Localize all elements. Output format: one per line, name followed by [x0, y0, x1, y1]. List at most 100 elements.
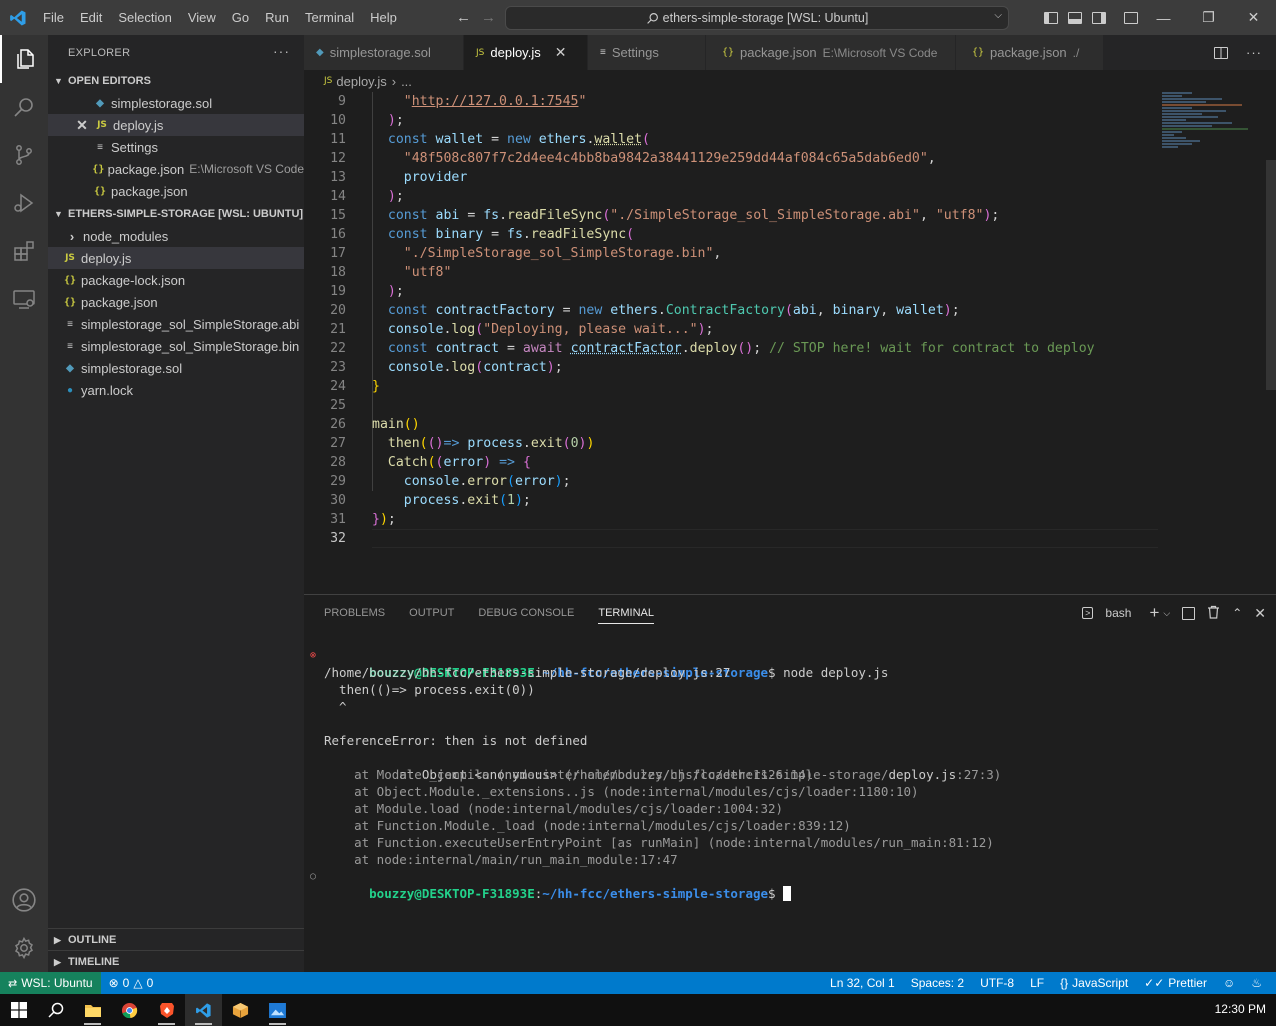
- tab-output[interactable]: OUTPUT: [409, 607, 454, 619]
- extensions-icon[interactable]: [0, 227, 48, 275]
- minimize-icon[interactable]: —: [1141, 0, 1186, 35]
- menu-view[interactable]: View: [180, 0, 224, 35]
- menu-help[interactable]: Help: [362, 0, 405, 35]
- tree-item-file[interactable]: ● yarn.lock: [48, 379, 304, 401]
- forward-arrow-icon[interactable]: →: [481, 9, 496, 26]
- tree-item-file[interactable]: ◆ simplestorage.sol: [48, 357, 304, 379]
- taskbar-clock[interactable]: 12:30 PM: [1215, 1002, 1266, 1016]
- run-debug-icon[interactable]: [0, 179, 48, 227]
- encoding[interactable]: UTF-8: [972, 976, 1022, 990]
- remote-indicator[interactable]: ⇄ WSL: Ubuntu: [0, 972, 101, 994]
- tree-item-file[interactable]: {} package-lock.json: [48, 269, 304, 291]
- toggle-primary-sidebar-icon[interactable]: [1044, 11, 1058, 24]
- tab-debug-console[interactable]: DEBUG CONSOLE: [478, 607, 574, 619]
- open-editor-item[interactable]: {} package.json: [48, 180, 304, 202]
- back-arrow-icon[interactable]: ←: [456, 9, 471, 26]
- accounts-icon[interactable]: [0, 876, 48, 924]
- tree-item-file[interactable]: ≡ simplestorage_sol_SimpleStorage.abi: [48, 313, 304, 335]
- more-actions-icon[interactable]: ···: [1246, 45, 1262, 60]
- folder-section[interactable]: ▼ ETHERS-SIMPLE-STORAGE [WSL: UBUNTU]: [48, 203, 304, 225]
- tab-deploy-js[interactable]: JS deploy.js ✕: [464, 35, 588, 70]
- tab-problems[interactable]: PROBLEMS: [324, 607, 385, 619]
- end-of-line[interactable]: LF: [1022, 976, 1052, 990]
- close-window-icon[interactable]: ✕: [1231, 0, 1276, 35]
- close-icon[interactable]: ✕: [555, 44, 567, 61]
- breadcrumb-file[interactable]: deploy.js: [336, 74, 386, 89]
- package-app-icon[interactable]: [222, 994, 259, 1026]
- split-editor-icon[interactable]: [1214, 46, 1228, 59]
- maximize-panel-icon[interactable]: ⌃: [1232, 606, 1242, 620]
- menu-file[interactable]: File: [35, 0, 72, 35]
- line-number: 9: [338, 94, 346, 109]
- taskbar-search-icon[interactable]: [37, 994, 74, 1026]
- search-icon[interactable]: [0, 83, 48, 131]
- open-editor-label: deploy.js: [113, 117, 164, 133]
- cursor-position[interactable]: Ln 32, Col 1: [822, 976, 903, 990]
- open-editor-item[interactable]: {} package.json E:\Microsoft VS Code: [48, 158, 304, 180]
- menu-go[interactable]: Go: [224, 0, 257, 35]
- open-editor-item-active[interactable]: ✕ JS deploy.js: [48, 114, 304, 136]
- tree-item-file[interactable]: JS deploy.js: [48, 247, 304, 269]
- toggle-panel-icon[interactable]: [1068, 11, 1082, 24]
- tree-item-label: deploy.js: [81, 250, 132, 266]
- chevron-down-icon: ▼: [54, 76, 63, 86]
- error-decoration-icon[interactable]: ⊗: [310, 647, 316, 664]
- shell-name[interactable]: bash: [1105, 606, 1131, 620]
- breadcrumb-symbol[interactable]: ...: [401, 74, 412, 89]
- terminal-output[interactable]: ⊗ bouzzy@DESKTOP-F31893E:~/hh-fcc/ethers-…: [304, 647, 1276, 901]
- restore-icon[interactable]: ❐: [1186, 0, 1231, 35]
- windows-start-icon[interactable]: [0, 994, 37, 1026]
- tab-package-json-vscode[interactable]: {} package.json E:\Microsoft VS Code: [706, 35, 956, 70]
- add-terminal-icon[interactable]: +: [1149, 603, 1159, 623]
- open-editor-item[interactable]: ◆ simplestorage.sol: [48, 92, 304, 114]
- menu-edit[interactable]: Edit: [72, 0, 110, 35]
- editor-scrollbar[interactable]: [1266, 160, 1276, 390]
- chrome-icon[interactable]: [111, 994, 148, 1026]
- chevron-right-icon: ▶: [54, 934, 61, 945]
- problems-status[interactable]: ⊗ 0 △ 0: [101, 976, 162, 990]
- circle-decoration-icon[interactable]: ○: [310, 868, 316, 885]
- outline-section[interactable]: ▶ OUTLINE: [48, 928, 304, 951]
- remote-explorer-icon[interactable]: [0, 275, 48, 323]
- photos-app-icon[interactable]: [259, 994, 296, 1026]
- tab-simplestorage-sol[interactable]: ◆ simplestorage.sol: [304, 35, 464, 70]
- brave-browser-icon[interactable]: [148, 994, 185, 1026]
- split-terminal-icon[interactable]: [1182, 606, 1196, 620]
- tree-item-file[interactable]: ≡ simplestorage_sol_SimpleStorage.bin: [48, 335, 304, 357]
- chevron-down-icon[interactable]: ⌵: [994, 10, 1002, 21]
- prettier-status[interactable]: ✓✓ Prettier: [1136, 976, 1215, 990]
- vscode-taskbar-icon[interactable]: [185, 994, 222, 1026]
- code-editor[interactable]: 9 10 11 12 13 14 15 16 17 18 19 20 21 22 23 24 25 26 27 28 2…: [304, 92, 1276, 594]
- menu-bar: File Edit Selection View Go Run Terminal…: [35, 0, 405, 35]
- file-explorer-icon[interactable]: [74, 994, 111, 1026]
- command-center[interactable]: ethers-simple-storage [WSL: Ubuntu] ⌵: [505, 6, 1009, 30]
- trash-icon[interactable]: [1207, 605, 1220, 622]
- toggle-secondary-sidebar-icon[interactable]: [1092, 11, 1106, 24]
- open-editor-item[interactable]: ≡ Settings: [48, 136, 304, 158]
- customize-layout-icon[interactable]: [1124, 11, 1138, 24]
- language-mode[interactable]: {} JavaScript: [1052, 976, 1136, 990]
- tab-settings[interactable]: ≡ Settings: [588, 35, 706, 70]
- indentation[interactable]: Spaces: 2: [903, 976, 972, 990]
- more-actions-icon[interactable]: ···: [273, 43, 290, 59]
- feedback-icon[interactable]: ☺: [1215, 976, 1243, 990]
- open-editors-section[interactable]: ▼ OPEN EDITORS: [48, 70, 304, 92]
- manage-gear-icon[interactable]: [0, 924, 48, 972]
- minimap[interactable]: [1162, 92, 1262, 162]
- menu-selection[interactable]: Selection: [110, 0, 179, 35]
- terminal-stack-line: at Module.load (node:internal/modules/cj…: [324, 801, 784, 816]
- tab-terminal[interactable]: TERMINAL: [598, 602, 654, 624]
- timeline-section[interactable]: ▶ TIMELINE: [48, 950, 304, 973]
- menu-terminal[interactable]: Terminal: [297, 0, 362, 35]
- notifications-bell-icon[interactable]: ♨: [1243, 976, 1270, 990]
- chevron-down-icon[interactable]: ⌵: [1163, 608, 1170, 619]
- menu-run[interactable]: Run: [257, 0, 297, 35]
- tree-item-file[interactable]: {} package.json: [48, 291, 304, 313]
- explorer-icon[interactable]: [0, 35, 48, 83]
- source-control-icon[interactable]: [0, 131, 48, 179]
- close-panel-icon[interactable]: ✕: [1254, 605, 1266, 622]
- tree-item-folder[interactable]: › node_modules: [48, 225, 304, 247]
- tab-package-json-local[interactable]: {} package.json ./: [956, 35, 1104, 70]
- windows-taskbar: 12:30 PM: [0, 994, 1276, 1026]
- close-icon[interactable]: ✕: [74, 117, 90, 134]
